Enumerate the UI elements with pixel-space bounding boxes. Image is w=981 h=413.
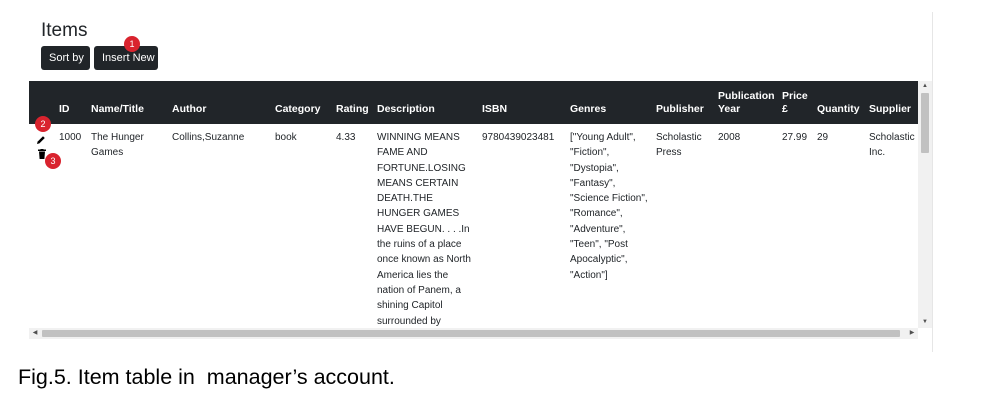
horizontal-scroll-thumb[interactable] [42, 330, 900, 337]
table-header: ID Name/Title Author Category Rating Des… [29, 81, 918, 124]
pencil-icon[interactable] [36, 135, 46, 150]
page-title: Items [41, 20, 88, 41]
cell-category: book [275, 132, 297, 143]
cell-supplier: Scholastic Inc. [869, 132, 915, 159]
header-genres: Genres [570, 103, 607, 115]
sort-by-button[interactable]: Sort by [41, 46, 90, 70]
header-quantity: Quantity [817, 103, 860, 115]
cell-rating: 4.33 [336, 132, 356, 143]
scroll-left-arrow-icon[interactable]: ◀ [29, 328, 41, 339]
horizontal-scrollbar[interactable]: ◀ ▶ [29, 328, 918, 339]
annotation-badge-3: 3 [45, 153, 61, 169]
header-price: Price £ [782, 90, 808, 115]
cell-id: 1000 [59, 132, 82, 143]
cell-publication-year: 2008 [718, 132, 741, 143]
annotation-badge-1: 1 [124, 36, 140, 52]
cell-quantity: 29 [817, 132, 829, 143]
header-rating: Rating [336, 103, 369, 115]
vertical-scroll-thumb[interactable] [921, 93, 929, 153]
header-supplier: Supplier [869, 103, 912, 115]
cell-description: WINNING MEANS FAME AND FORTUNE.LOSING ME… [377, 132, 471, 327]
vertical-scrollbar[interactable]: ▲ ▼ [918, 81, 932, 328]
header-author: Author [172, 103, 207, 115]
cell-name: The Hunger Games [91, 132, 144, 159]
annotation-badge-2: 2 [35, 116, 51, 132]
header-category: Category [275, 103, 321, 115]
table-row: 1000 The Hunger Games Collins,Suzanne bo… [29, 124, 918, 329]
scroll-up-arrow-icon[interactable]: ▲ [918, 81, 932, 92]
figure-caption: Fig.5. Item table in manager’s account. [18, 365, 395, 389]
items-table: ID Name/Title Author Category Rating Des… [29, 81, 932, 339]
header-name: Name/Title [91, 103, 144, 115]
cell-author: Collins,Suzanne [172, 132, 245, 143]
cell-price: 27.99 [782, 132, 808, 143]
header-isbn: ISBN [482, 103, 508, 115]
divider [932, 12, 933, 352]
cell-isbn: 9780439023481 [482, 132, 555, 143]
header-publication-year: Publication Year [718, 90, 775, 115]
cell-genres: ["Young Adult", "Fiction", "Dystopia", "… [570, 132, 648, 281]
header-id: ID [59, 103, 70, 115]
scroll-down-arrow-icon[interactable]: ▼ [918, 317, 932, 328]
header-description: Description [377, 103, 435, 115]
cell-publisher: Scholastic Press [656, 132, 702, 159]
scroll-right-arrow-icon[interactable]: ▶ [906, 328, 918, 339]
header-publisher: Publisher [656, 103, 704, 115]
